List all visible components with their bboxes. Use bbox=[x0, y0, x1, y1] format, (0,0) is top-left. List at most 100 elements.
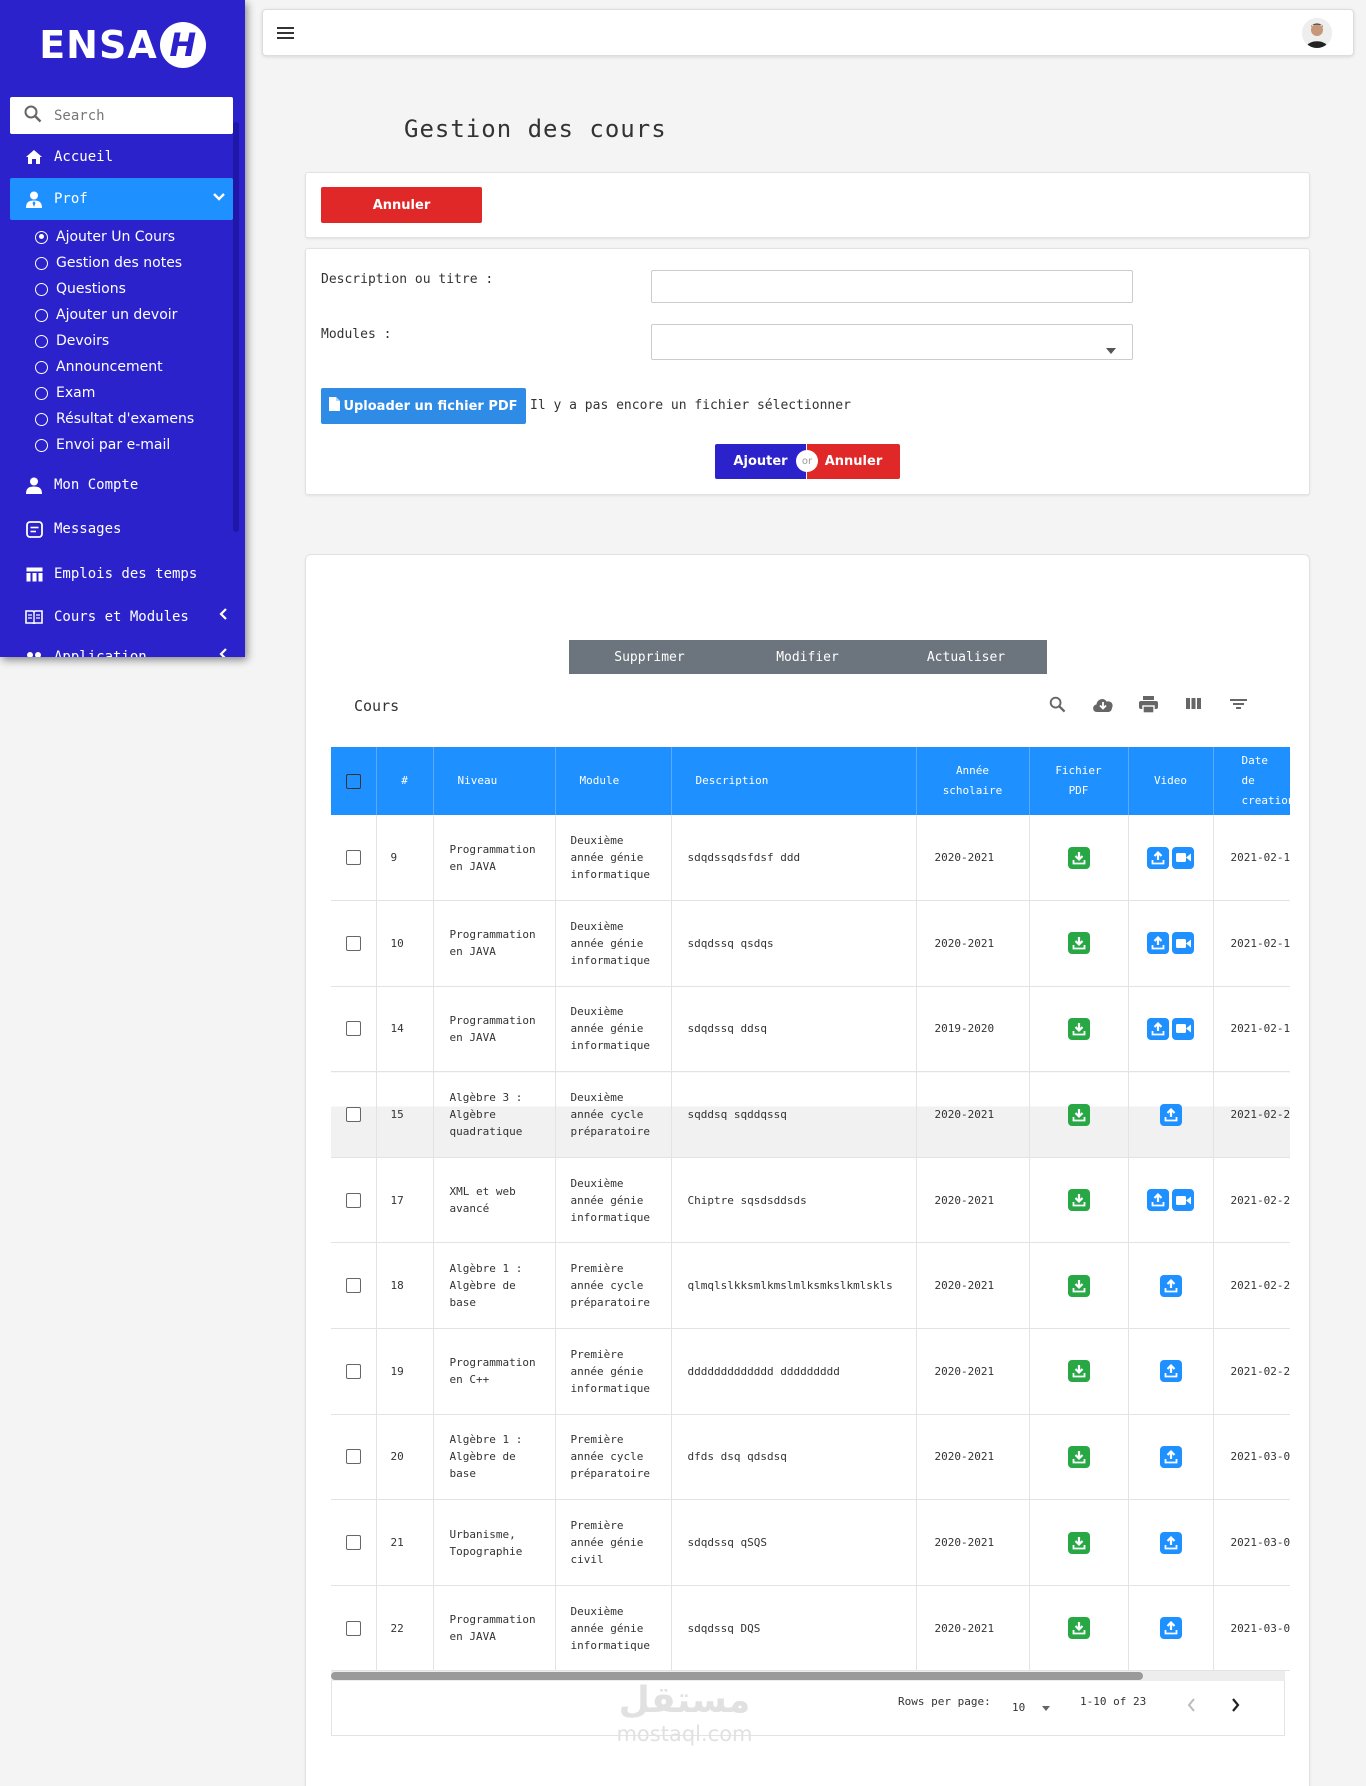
col-header-pdf[interactable]: Fichier PDF bbox=[1029, 747, 1129, 815]
sub-item-ajouter-devoir[interactable]: Ajouter un devoir bbox=[0, 302, 245, 328]
row-checkbox[interactable] bbox=[345, 935, 361, 951]
table-row[interactable]: 10 Programmation en JAVA Deuxième année gé… bbox=[331, 900, 1291, 987]
row-checkbox[interactable] bbox=[345, 1363, 361, 1379]
upload-video-icon[interactable] bbox=[1159, 1360, 1182, 1383]
logo[interactable]: ENSA H bbox=[0, 0, 245, 90]
nav-item-accueil[interactable]: Accueil bbox=[0, 136, 245, 178]
col-header-date[interactable]: Date de creation bbox=[1213, 747, 1291, 815]
upload-video-icon[interactable] bbox=[1147, 1189, 1169, 1212]
table-row[interactable]: 9 Programmation en JAVA Deuxième année gén… bbox=[331, 815, 1291, 902]
video-camera-icon[interactable] bbox=[1172, 846, 1194, 869]
upload-video-icon[interactable] bbox=[1159, 1445, 1182, 1468]
cancel-top-button[interactable]: Annuler bbox=[321, 187, 482, 223]
row-checkbox[interactable] bbox=[345, 850, 361, 866]
table-row[interactable]: 19 Programmation en C++ Première année gén… bbox=[331, 1328, 1291, 1415]
download-pdf-icon[interactable] bbox=[1067, 1617, 1090, 1640]
sub-item-label: Gestion des notes bbox=[56, 255, 183, 271]
upload-video-icon[interactable] bbox=[1147, 1017, 1169, 1040]
sub-item-gestion-notes[interactable]: Gestion des notes bbox=[0, 250, 245, 276]
sidebar-scrollbar[interactable] bbox=[233, 122, 239, 532]
upload-pdf-button[interactable]: Uploader un fichier PDF bbox=[321, 388, 526, 424]
table-row[interactable]: 14 Programmation en JAVA Deuxième année gé… bbox=[331, 986, 1291, 1073]
col-header-video[interactable]: Video bbox=[1128, 747, 1214, 815]
download-pdf-icon[interactable] bbox=[1067, 1360, 1090, 1383]
download-pdf-icon[interactable] bbox=[1067, 1445, 1090, 1468]
upload-video-icon[interactable] bbox=[1147, 846, 1169, 869]
video-camera-icon[interactable] bbox=[1172, 1017, 1194, 1040]
select-all-checkbox[interactable] bbox=[345, 773, 361, 789]
nav-item-mon-compte[interactable]: Mon Compte bbox=[0, 464, 245, 506]
video-camera-icon[interactable] bbox=[1172, 932, 1194, 955]
delete-button[interactable]: Supprimer bbox=[569, 640, 730, 674]
upload-video-icon[interactable] bbox=[1159, 1531, 1182, 1554]
table-row[interactable]: 18 Algèbre 1 : Algèbre de base Première an… bbox=[331, 1242, 1291, 1330]
refresh-button[interactable]: Actualiser bbox=[885, 640, 1047, 674]
nav-item-prof[interactable]: Prof bbox=[10, 178, 233, 220]
next-page-icon[interactable] bbox=[1231, 1698, 1240, 1715]
col-header-annee[interactable]: Année scholaire bbox=[916, 747, 1030, 815]
search-icon[interactable] bbox=[1049, 696, 1066, 717]
sub-item-resultat-examens[interactable]: Résultat d'examens bbox=[0, 406, 245, 432]
table-row[interactable]: 22 Programmation en JAVA Deuxième année gé… bbox=[331, 1585, 1291, 1672]
cell-niveau: Programmation en JAVA bbox=[433, 815, 556, 902]
table-row[interactable]: 15 Algèbre 3 : Algèbre quadratique Deuxièm… bbox=[331, 1071, 1291, 1158]
table-action-bar: Supprimer Modifier Actualiser bbox=[569, 640, 1047, 674]
avatar[interactable] bbox=[1302, 18, 1332, 48]
cancel-button[interactable]: Annuler bbox=[807, 444, 900, 479]
rows-per-page-select[interactable]: 10 bbox=[1012, 1701, 1050, 1714]
search-input[interactable] bbox=[54, 107, 214, 124]
nav-item-emplois[interactable]: Emplois des temps bbox=[0, 552, 245, 596]
row-checkbox[interactable] bbox=[345, 1021, 361, 1037]
scrollbar-thumb[interactable] bbox=[331, 1672, 1143, 1680]
filter-list-icon[interactable] bbox=[1230, 696, 1247, 715]
row-checkbox[interactable] bbox=[345, 1107, 361, 1123]
row-checkbox[interactable] bbox=[345, 1620, 361, 1636]
nav-item-messages[interactable]: Messages bbox=[0, 506, 245, 552]
col-header-description[interactable]: Description bbox=[671, 747, 917, 815]
upload-video-icon[interactable] bbox=[1147, 932, 1169, 955]
video-camera-icon[interactable] bbox=[1172, 1189, 1194, 1212]
download-pdf-icon[interactable] bbox=[1067, 1274, 1090, 1297]
row-checkbox[interactable] bbox=[345, 1278, 361, 1294]
table-row[interactable]: 21 Urbanisme, Topographie Première année g… bbox=[331, 1499, 1291, 1586]
sub-item-devoirs[interactable]: Devoirs bbox=[0, 328, 245, 354]
edit-button[interactable]: Modifier bbox=[730, 640, 885, 674]
upload-video-icon[interactable] bbox=[1159, 1103, 1182, 1126]
sub-item-questions[interactable]: Questions bbox=[0, 276, 245, 302]
download-pdf-icon[interactable] bbox=[1067, 1189, 1090, 1212]
print-icon[interactable] bbox=[1139, 696, 1158, 717]
download-pdf-icon[interactable] bbox=[1067, 846, 1090, 869]
col-header-niveau[interactable]: Niveau bbox=[433, 747, 556, 815]
horizontal-scrollbar[interactable] bbox=[331, 1671, 1285, 1681]
table-row[interactable]: 20 Algèbre 1 : Algèbre de base Première an… bbox=[331, 1414, 1291, 1501]
upload-video-icon[interactable] bbox=[1159, 1617, 1182, 1640]
circle-icon bbox=[35, 282, 48, 296]
prev-page-icon[interactable] bbox=[1187, 1698, 1196, 1715]
logo-badge: H bbox=[159, 22, 206, 68]
sub-item-announcement[interactable]: Announcement bbox=[0, 354, 245, 380]
download-pdf-icon[interactable] bbox=[1067, 1531, 1090, 1554]
table-row[interactable]: 17 XML et web avancé Deuxième année génie … bbox=[331, 1157, 1291, 1244]
sub-item-ajouter-cours[interactable]: Ajouter Un Cours bbox=[0, 224, 245, 250]
download-pdf-icon[interactable] bbox=[1067, 932, 1090, 955]
upload-video-icon[interactable] bbox=[1159, 1274, 1182, 1297]
sub-item-exam[interactable]: Exam bbox=[0, 380, 245, 406]
nav-item-cours-modules[interactable]: Cours et Modules bbox=[0, 596, 245, 638]
col-header-id[interactable]: # bbox=[376, 747, 434, 815]
download-pdf-icon[interactable] bbox=[1067, 1103, 1090, 1126]
col-header-module[interactable]: Module bbox=[555, 747, 672, 815]
add-button[interactable]: Ajouter bbox=[715, 444, 806, 479]
modules-select[interactable] bbox=[651, 324, 1133, 360]
description-input[interactable] bbox=[651, 270, 1133, 303]
nav-item-application[interactable]: Application bbox=[0, 636, 245, 657]
row-checkbox[interactable] bbox=[345, 1535, 361, 1551]
sub-item-envoi-email[interactable]: Envoi par e-mail bbox=[0, 432, 245, 458]
cell-pdf bbox=[1029, 1499, 1129, 1586]
row-checkbox[interactable] bbox=[345, 1192, 361, 1208]
cloud-download-icon[interactable] bbox=[1092, 696, 1114, 717]
view-columns-icon[interactable] bbox=[1185, 696, 1202, 715]
cell-date: 2021-02-2 bbox=[1213, 1242, 1291, 1330]
download-pdf-icon[interactable] bbox=[1067, 1017, 1090, 1040]
row-checkbox[interactable] bbox=[345, 1449, 361, 1465]
hamburger-menu-icon[interactable] bbox=[277, 25, 294, 44]
